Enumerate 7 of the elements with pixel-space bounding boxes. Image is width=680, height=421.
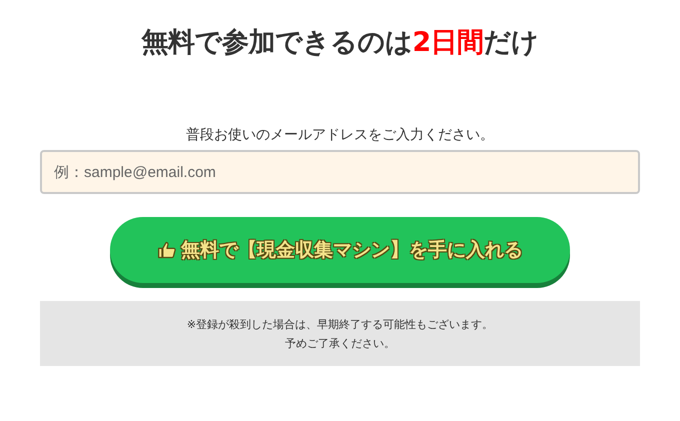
- email-label: 普段お使いのメールアドレスをご入力ください。: [186, 126, 494, 144]
- thumbs-up-icon: [157, 240, 177, 260]
- headline: 無料で参加できるのは2日間だけ: [141, 26, 539, 60]
- notice-text: ※登録が殺到した場合は、早期終了する可能性もございます。: [186, 316, 494, 332]
- email-field[interactable]: 例：sample@email.com: [40, 150, 640, 194]
- notice-text: 予めご了承ください。: [285, 336, 395, 350]
- submit-button[interactable]: 無料で【現金収集マシン】を手に入れる: [110, 217, 570, 283]
